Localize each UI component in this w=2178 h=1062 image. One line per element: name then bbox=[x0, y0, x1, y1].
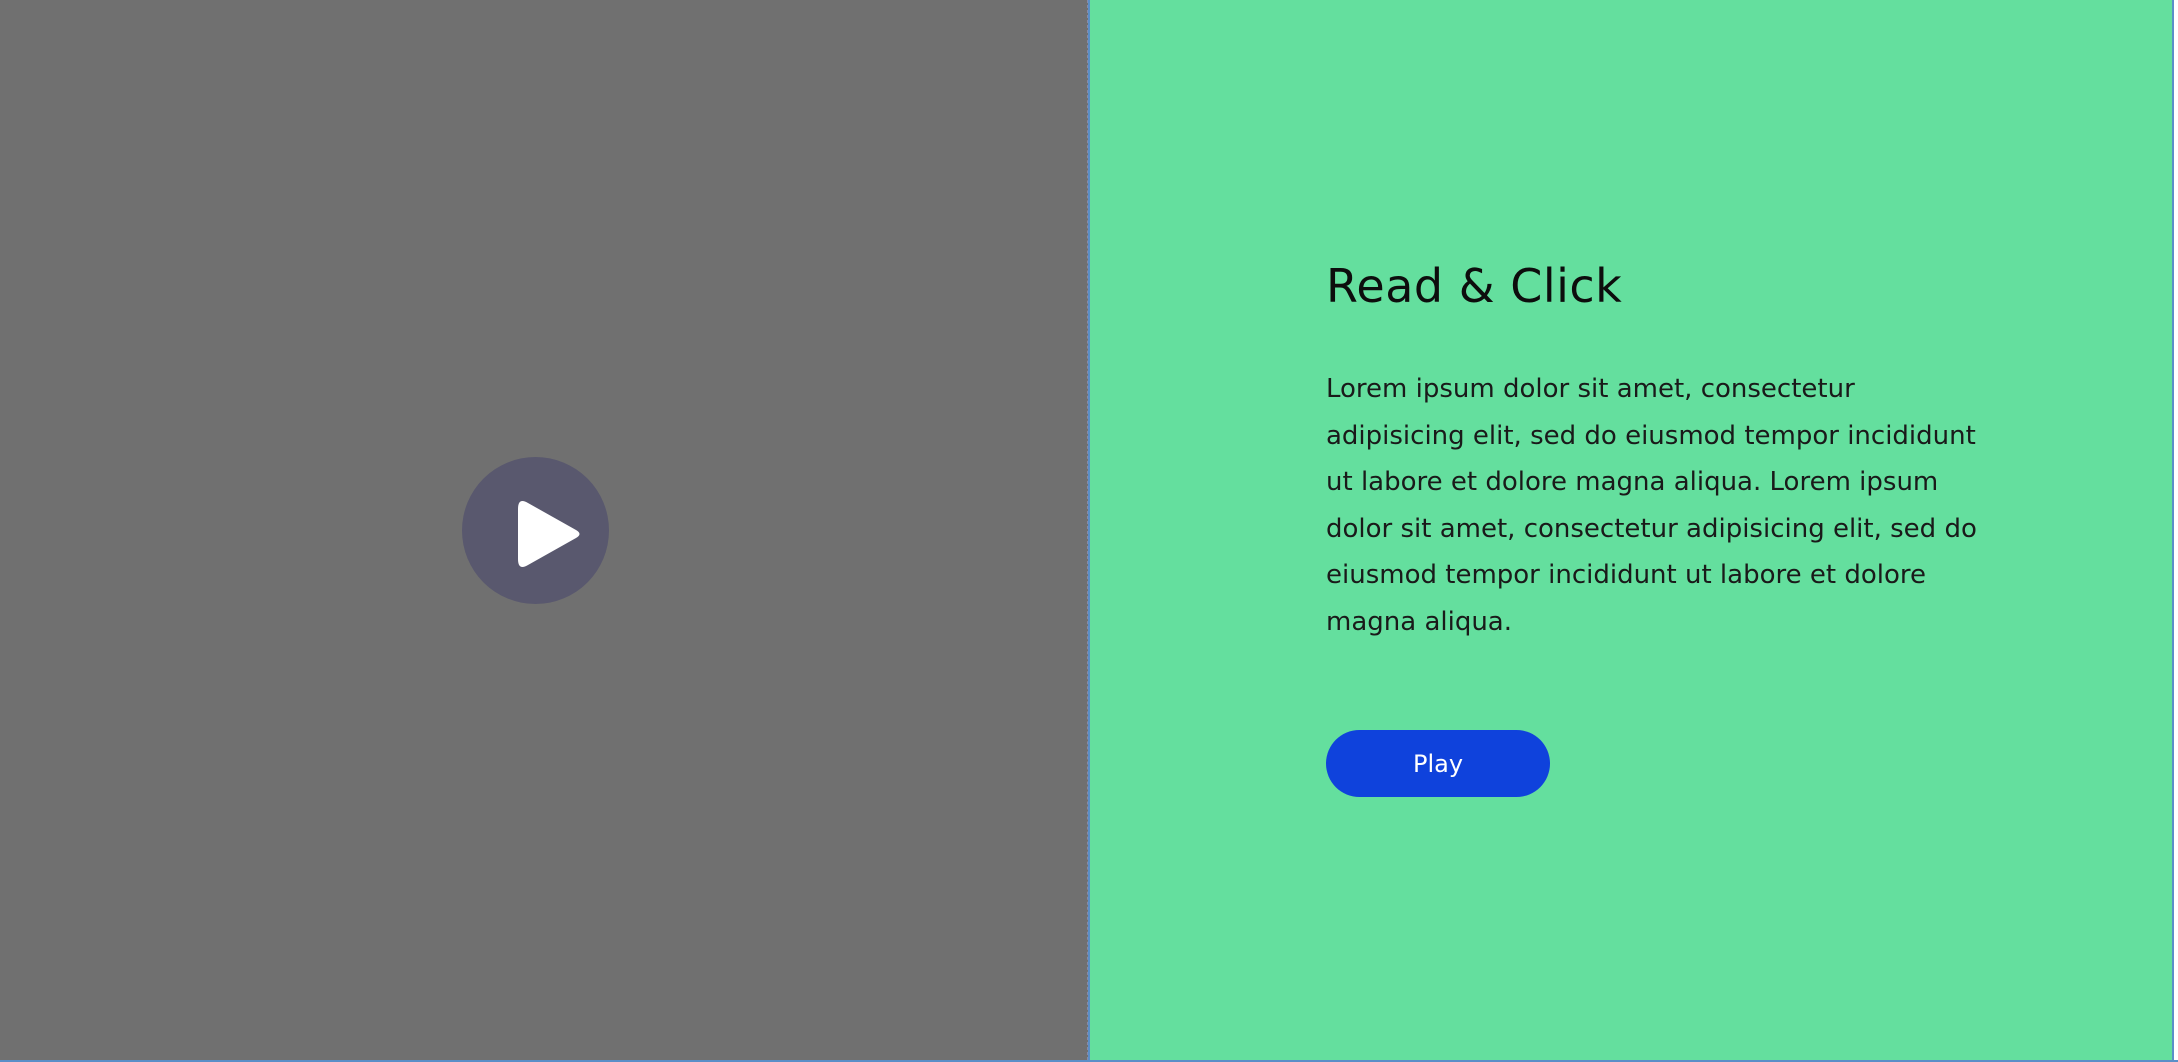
video-panel[interactable] bbox=[0, 0, 1088, 1060]
play-icon bbox=[518, 501, 580, 567]
video-play-button[interactable] bbox=[462, 457, 609, 604]
content-block: Read & Click Lorem ipsum dolor sit amet,… bbox=[1326, 258, 2006, 645]
body-text: Lorem ipsum dolor sit amet, consectetur … bbox=[1326, 374, 1977, 637]
play-button[interactable]: Play bbox=[1326, 730, 1550, 797]
page-title: Read & Click bbox=[1326, 259, 1623, 313]
page: Read & Click Lorem ipsum dolor sit amet,… bbox=[0, 0, 2178, 1062]
text-panel: Read & Click Lorem ipsum dolor sit amet,… bbox=[1090, 0, 2172, 1060]
right-edge bbox=[2172, 0, 2178, 1062]
